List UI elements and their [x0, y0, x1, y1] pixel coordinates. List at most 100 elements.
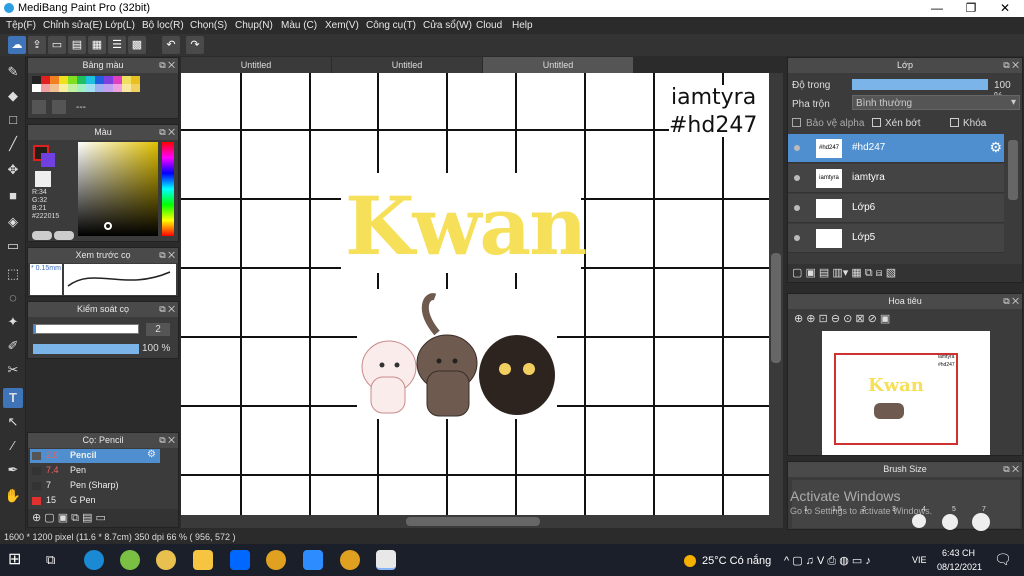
menu-cloud[interactable]: Cloud — [476, 20, 502, 31]
menu-file[interactable]: Tệp(F) — [6, 20, 36, 31]
gradient-tool-icon[interactable]: ▭ — [3, 236, 23, 256]
eye-icon[interactable] — [794, 145, 800, 151]
page-icon[interactable]: ▦ — [88, 36, 106, 54]
panel-close-icon[interactable]: ⧉ ✕ — [159, 302, 175, 317]
tray-icons[interactable]: ^ ▢ ♫ V ⎙ ◍ ▭ ♪ — [784, 554, 871, 568]
menu-view[interactable]: Xem(V) — [325, 20, 359, 31]
grid-icon[interactable]: ▩ — [128, 36, 146, 54]
lock-checkbox[interactable] — [950, 118, 959, 127]
select-eraser-icon[interactable]: ✂ — [3, 360, 23, 380]
chrome-icon[interactable] — [340, 550, 360, 570]
document-icon[interactable]: ▤ — [68, 36, 86, 54]
brush-item[interactable]: 2.0 Pencil ⚙ — [30, 449, 160, 463]
menu-select[interactable]: Chọn(S) — [190, 20, 227, 31]
menu-window[interactable]: Cửa sổ(W) — [423, 20, 472, 31]
language-indicator[interactable]: VIE — [912, 555, 927, 565]
lasso-icon[interactable]: ◌ — [3, 288, 23, 308]
tab-untitled-2[interactable]: Untitled — [332, 57, 482, 73]
redo-icon[interactable]: ↷ — [186, 36, 204, 54]
task-view-icon[interactable]: ⧉ — [46, 550, 66, 570]
chrome-icon[interactable] — [266, 550, 286, 570]
menu-help[interactable]: Help — [512, 20, 533, 31]
notification-icon[interactable]: 🗨 — [994, 551, 1012, 568]
shape-tool-icon[interactable]: □ — [3, 110, 23, 130]
weather-text[interactable]: 25°C Có nắng — [702, 555, 771, 567]
magic-wand-icon[interactable]: ✦ — [3, 312, 23, 332]
new-palette-icon[interactable] — [32, 100, 46, 114]
operation-tool-icon[interactable]: ↖ — [3, 412, 23, 432]
clipping-checkbox[interactable] — [872, 118, 881, 127]
brush-opacity-slider[interactable] — [33, 344, 139, 354]
eyedropper-icon[interactable]: ⁄ — [3, 436, 23, 456]
saturation-value-picker[interactable] — [78, 142, 158, 236]
panel-close-icon[interactable]: ⧉ ✕ — [159, 58, 175, 73]
comment-icon[interactable]: ▭ — [48, 36, 66, 54]
brush-tool-icon[interactable]: ✎ — [3, 62, 23, 82]
layer-row[interactable]: iamtyra iamtyra — [788, 164, 1004, 193]
clock-date[interactable]: 08/12/2021 — [937, 562, 982, 572]
undo-icon[interactable]: ↶ — [162, 36, 180, 54]
layer-toolbar[interactable]: ▢ ▣ ▤ ▥▾ ▦ ⧉ ⧈ ▧ — [788, 264, 1022, 282]
eraser-tool-icon[interactable]: ◆ — [3, 86, 23, 106]
select-pen-icon[interactable]: ✐ — [3, 336, 23, 356]
brush-size-slider[interactable] — [33, 324, 139, 334]
menu-layer[interactable]: Lớp(L) — [105, 20, 135, 31]
hand-tool-icon[interactable]: ✋ — [3, 486, 23, 506]
panel-close-icon[interactable]: ⧉ ✕ — [1003, 462, 1019, 477]
move-tool-icon[interactable]: ✥ — [3, 160, 23, 180]
gear-icon[interactable]: ⚙ — [147, 449, 156, 460]
canvas[interactable]: iamtyra #hd247 Kwan — [181, 73, 769, 515]
layer-row[interactable]: Lớp6 — [788, 194, 1004, 223]
app-icon[interactable] — [120, 550, 140, 570]
background-color[interactable] — [41, 153, 55, 167]
layer-row[interactable]: #hd247 #hd247 ⚙ — [788, 134, 1004, 163]
pen-tool-icon[interactable]: ✒ — [3, 460, 23, 480]
color-mode-icon[interactable] — [54, 231, 74, 240]
blend-mode-select[interactable]: Bình thường ▾ — [852, 95, 1020, 110]
menu-capture[interactable]: Chụp(N) — [235, 20, 273, 31]
palette-swatches[interactable] — [32, 76, 152, 92]
panel-close-icon[interactable]: ⧉ ✕ — [159, 433, 175, 448]
transparent-color[interactable] — [35, 171, 51, 187]
protect-alpha-checkbox[interactable] — [792, 118, 801, 127]
eye-icon[interactable] — [794, 175, 800, 181]
medibang-icon[interactable] — [376, 550, 396, 570]
menu-color[interactable]: Màu (C) — [281, 20, 317, 31]
vertical-scrollbar[interactable] — [769, 73, 783, 515]
eye-icon[interactable] — [794, 235, 800, 241]
menu-edit[interactable]: Chỉnh sửa(E) — [43, 20, 103, 31]
bucket-tool-icon[interactable]: ◈ — [3, 212, 23, 232]
windows-start-icon[interactable]: ⊞ — [8, 550, 28, 570]
zalo-icon[interactable] — [230, 550, 250, 570]
edge-icon[interactable] — [84, 550, 104, 570]
app-icon[interactable] — [156, 550, 176, 570]
brush-item[interactable]: 15 G Pen — [30, 494, 160, 508]
panel-close-icon[interactable]: ⧉ ✕ — [1003, 58, 1019, 73]
brush-size-value[interactable]: 2 — [146, 323, 170, 336]
delete-palette-icon[interactable] — [52, 100, 66, 114]
brush-item[interactable]: 7.4 Pen — [30, 464, 160, 478]
maximize-button[interactable]: ❐ — [954, 0, 988, 17]
panel-close-icon[interactable]: ⧉ ✕ — [1003, 294, 1019, 309]
file-explorer-icon[interactable] — [193, 550, 213, 570]
navigator-preview[interactable]: iamtyra #hd247 Kwan — [822, 331, 990, 455]
brush-item[interactable]: 7 Pen (Sharp) — [30, 479, 160, 493]
share-icon[interactable]: ⇪ — [28, 36, 46, 54]
layer-opacity-slider[interactable] — [852, 79, 988, 90]
cloud-icon[interactable]: ☁ — [8, 36, 26, 54]
layer-row[interactable]: Lớp5 — [788, 224, 1004, 253]
tab-untitled-1[interactable]: Untitled — [181, 57, 331, 73]
tab-untitled-3[interactable]: Untitled — [483, 57, 633, 73]
menu-filter[interactable]: Bộ lọc(R) — [142, 20, 184, 31]
horizontal-scrollbar[interactable] — [181, 515, 783, 528]
close-button[interactable]: ✕ — [988, 0, 1022, 17]
zoom-toolbar[interactable]: ⊕ ⊕ ⊡ ⊖ ⊙ ⊠ ⊘ ▣ — [790, 311, 1020, 329]
line-tool-icon[interactable]: ╱ — [3, 134, 23, 154]
panel-close-icon[interactable]: ⧉ ✕ — [159, 125, 175, 140]
zoom-icon[interactable] — [303, 550, 323, 570]
minimize-button[interactable]: — — [920, 0, 954, 17]
add-brush-icon[interactable]: ⊕ ▢ ▣ ⧉ ▤ ▭ — [32, 511, 106, 525]
select-rect-icon[interactable]: ⬚ — [3, 264, 23, 284]
gear-icon[interactable]: ⚙ — [989, 139, 1002, 156]
clock-time[interactable]: 6:43 CH — [942, 548, 975, 558]
